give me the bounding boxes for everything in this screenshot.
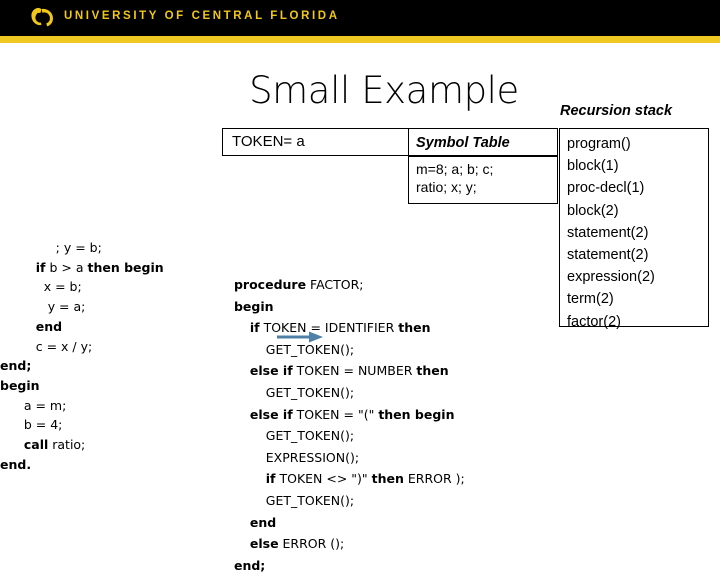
code-text: GET_TOKEN(); xyxy=(265,492,355,508)
code-keyword: then xyxy=(371,471,404,487)
code-line: end; xyxy=(0,356,210,376)
recursion-stack-box: program() block(1) proc-decl(1) block(2)… xyxy=(559,128,709,330)
right-arrow-icon xyxy=(277,331,323,343)
code-text: TOKEN <> ")" xyxy=(275,471,372,487)
symbol-table-body: m=8; a; b; c; ratio; x; y; xyxy=(408,156,558,204)
code-line: end xyxy=(230,512,520,534)
code-text: b > a xyxy=(45,259,88,275)
code-line: x = b; xyxy=(0,277,210,297)
code-keyword: then xyxy=(416,363,449,379)
code-keyword: begin xyxy=(0,377,40,393)
code-keyword: if xyxy=(249,320,260,336)
code-text: y = a; xyxy=(47,299,86,315)
code-line: else if TOKEN = NUMBER then xyxy=(230,360,520,382)
code-text: FACTOR; xyxy=(306,277,364,292)
code-text: TOKEN = "(" xyxy=(292,406,379,422)
code-line: ; y = b; xyxy=(0,238,210,258)
stack-frame: statement(2) xyxy=(567,247,649,264)
stack-frame: statement(2) xyxy=(567,224,649,241)
code-keyword: then begin xyxy=(378,406,455,422)
factor-procedure-code-block: procedure FACTOR; begin if TOKEN = IDENT… xyxy=(230,274,520,576)
stack-frame: expression(2) xyxy=(567,269,655,286)
code-line: end; xyxy=(230,555,520,576)
code-line: if b > a then begin xyxy=(0,258,210,278)
code-keyword: begin xyxy=(233,298,274,314)
code-text: EXPRESSION(); xyxy=(265,449,360,465)
page-title: Small Example xyxy=(249,69,519,112)
brand-text: UNIVERSITY OF CENTRAL FLORIDA xyxy=(64,10,340,22)
code-line: a = m; xyxy=(0,396,210,416)
code-line: y = a; xyxy=(0,297,210,317)
code-keyword: if xyxy=(265,471,276,487)
stack-frame: term(2) xyxy=(567,291,614,308)
code-line: begin xyxy=(230,296,520,318)
code-line: if TOKEN <> ")" then ERROR ); xyxy=(230,468,520,490)
source-code-block: ; y = b; if b > a then begin x = b; y = … xyxy=(0,238,210,474)
code-text: GET_TOKEN(); xyxy=(265,384,355,400)
stack-frame: block(1) xyxy=(567,158,619,175)
stack-frame: program() xyxy=(567,136,631,152)
banner-gold-stripe xyxy=(0,36,720,43)
symbol-table-row: m=8; a; b; c; xyxy=(416,161,494,177)
stack-frame: block(2) xyxy=(567,202,619,219)
code-line: GET_TOKEN(); xyxy=(230,490,520,512)
code-line: GET_TOKEN(); xyxy=(230,425,520,447)
code-keyword: then xyxy=(398,320,431,336)
code-keyword: end. xyxy=(0,456,32,472)
code-keyword: then begin xyxy=(87,259,164,275)
header-banner: UNIVERSITY OF CENTRAL FLORIDA xyxy=(0,0,720,36)
symbol-table-row: ratio; x; y; xyxy=(416,179,477,195)
code-keyword: procedure xyxy=(233,277,307,292)
code-line: end. xyxy=(0,455,210,475)
code-line: procedure FACTOR; xyxy=(230,274,520,296)
code-keyword: end; xyxy=(0,358,32,374)
code-text: x = b; xyxy=(43,279,82,295)
stack-frame: factor(2) xyxy=(567,313,621,330)
code-text: ; y = b; xyxy=(55,240,102,255)
symbol-table-title: Symbol Table xyxy=(416,135,510,151)
ucf-pegasus-icon xyxy=(31,7,53,27)
code-keyword: end xyxy=(249,514,277,530)
code-line: end xyxy=(0,317,210,337)
code-line: call ratio; xyxy=(0,435,210,455)
code-line: if TOKEN = IDENTIFIER then xyxy=(230,317,520,339)
token-value: TOKEN= a xyxy=(232,133,305,150)
code-line: c = x / y; xyxy=(0,337,210,357)
code-line: GET_TOKEN(); xyxy=(230,382,520,404)
code-keyword: end xyxy=(35,318,63,334)
code-line: else if TOKEN = "(" then begin xyxy=(230,404,520,426)
code-line: b = 4; xyxy=(0,415,210,435)
code-keyword: if xyxy=(35,259,46,275)
token-box: TOKEN= a xyxy=(222,128,414,156)
code-text: ERROR (); xyxy=(278,536,345,552)
code-line: GET_TOKEN(); xyxy=(230,339,520,361)
stack-frame: proc-decl(1) xyxy=(567,180,645,197)
code-line: else ERROR (); xyxy=(230,533,520,555)
code-text: GET_TOKEN(); xyxy=(265,341,355,357)
code-keyword: else if xyxy=(249,406,293,422)
code-line: begin xyxy=(0,376,210,396)
recursion-stack-label: Recursion stack xyxy=(560,103,673,119)
code-keyword: end; xyxy=(233,557,266,573)
code-text: ratio; xyxy=(48,437,86,453)
code-text: c = x / y; xyxy=(35,338,93,354)
symbol-table-header: Symbol Table xyxy=(408,128,558,156)
code-line: EXPRESSION(); xyxy=(230,447,520,469)
code-keyword: else if xyxy=(249,363,293,379)
code-text: a = m; xyxy=(23,397,67,413)
code-keyword: else xyxy=(249,536,279,552)
code-text: TOKEN = NUMBER xyxy=(292,363,417,379)
code-text: GET_TOKEN(); xyxy=(265,428,355,444)
code-text: b = 4; xyxy=(23,417,63,433)
code-text: ERROR ); xyxy=(403,471,465,487)
code-keyword: call xyxy=(23,437,49,453)
